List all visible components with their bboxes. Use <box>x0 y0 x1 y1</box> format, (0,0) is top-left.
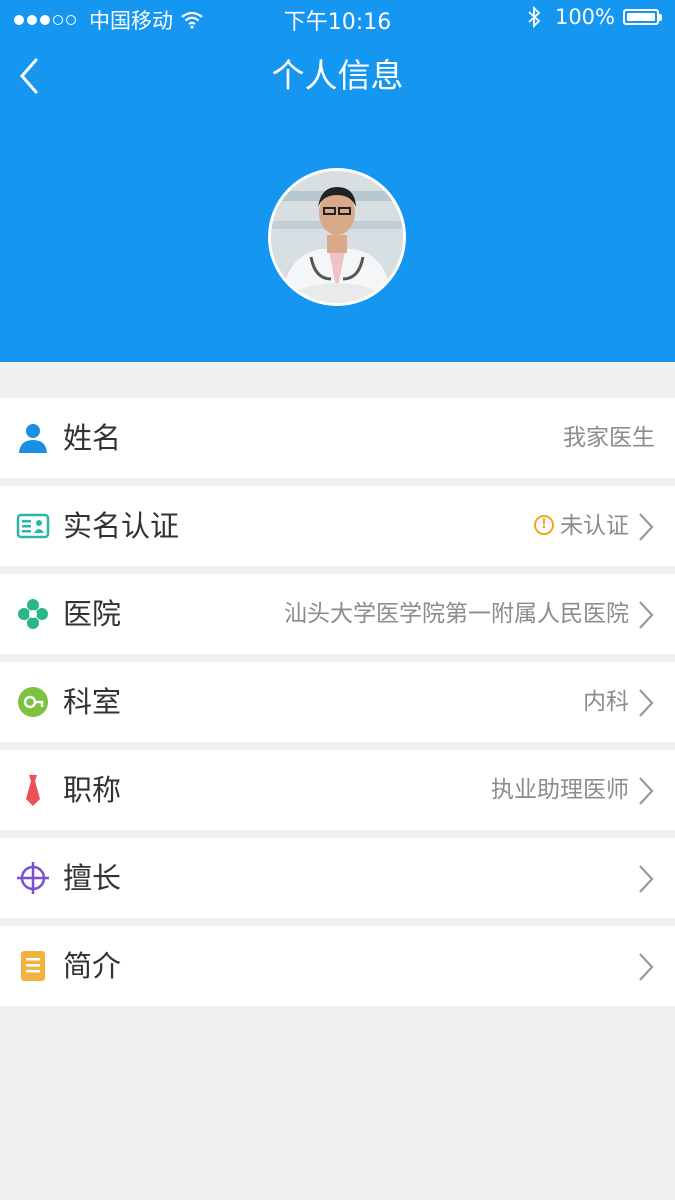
list-item-label: 科室 <box>63 685 122 719</box>
list-item-label: 职称 <box>63 773 122 807</box>
chevron-right-icon <box>637 952 655 982</box>
chevron-right-icon <box>637 864 655 894</box>
list-item-value-text: 汕头大学医学院第一附属人民医院 <box>284 601 629 627</box>
status-bar: 中国移动 下午10:16 100% <box>0 0 675 36</box>
person-icon <box>16 421 50 455</box>
list-item[interactable]: 实名认证! 未认证 <box>0 486 675 566</box>
list-item[interactable]: 职称 执业助理医师 <box>0 750 675 830</box>
doctor-portrait <box>271 171 403 303</box>
list-item-value: 汕头大学医学院第一附属人民医院 <box>284 574 629 654</box>
chevron-right-icon <box>637 512 655 542</box>
warning-icon: ! <box>534 514 554 535</box>
id-card-icon <box>16 509 50 543</box>
avatar[interactable] <box>268 168 406 306</box>
list-item-value-text: 未认证 <box>560 513 629 539</box>
list-item-value: 执业助理医师 <box>491 750 629 830</box>
bluetooth-icon <box>528 6 541 28</box>
profile-header: 中国移动 下午10:16 100% 个人信息 <box>0 0 675 362</box>
list-item-label: 擅长 <box>63 861 122 895</box>
hospital-icon <box>16 597 50 631</box>
target-icon <box>16 861 50 895</box>
document-icon <box>16 949 50 983</box>
list-item-value-text: 执业助理医师 <box>491 777 629 803</box>
list-item-value-text: 我家医生 <box>563 425 655 451</box>
department-icon <box>16 685 50 719</box>
list-item-value: 我家医生 <box>563 398 655 478</box>
battery-percent: 100% <box>554 5 615 29</box>
chevron-right-icon <box>637 776 655 806</box>
chevron-right-icon <box>637 688 655 718</box>
list-item: 姓名 我家医生 <box>0 398 675 478</box>
list-item-value-text: 内科 <box>583 689 629 715</box>
list-item-label: 医院 <box>63 597 122 631</box>
list-item-label: 简介 <box>63 949 122 983</box>
list-item-value: 内科 <box>583 662 629 742</box>
battery-icon <box>623 9 662 25</box>
list-item[interactable]: 科室 内科 <box>0 662 675 742</box>
list-item[interactable]: 擅长 <box>0 838 675 918</box>
page-title: 个人信息 <box>271 56 404 95</box>
list-item-label: 姓名 <box>63 421 122 455</box>
list-item[interactable]: 简介 <box>0 926 675 1006</box>
tie-icon <box>16 773 50 807</box>
list-item-label: 实名认证 <box>63 509 180 543</box>
list-item-value: ! 未认证 <box>534 486 629 566</box>
chevron-right-icon <box>637 600 655 630</box>
list-item[interactable]: 医院 汕头大学医学院第一附属人民医院 <box>0 574 675 654</box>
